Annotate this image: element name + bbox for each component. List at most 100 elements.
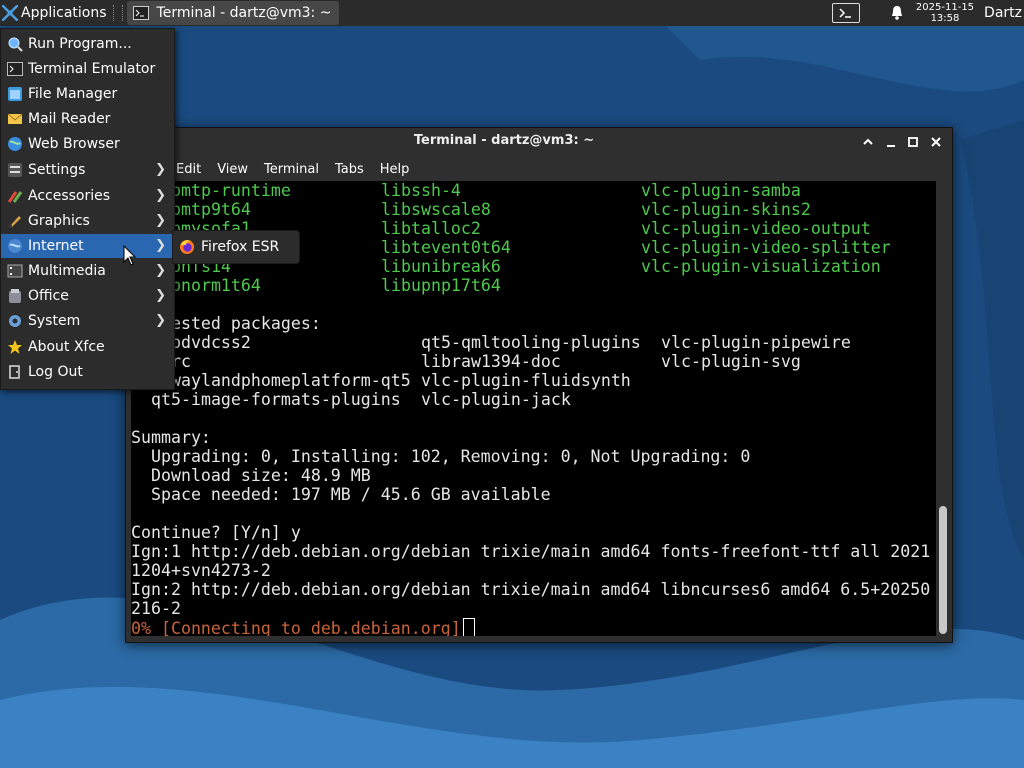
menu-item-label: About Xfce [28, 339, 105, 355]
star-icon [7, 339, 23, 355]
chevron-right-icon: ❯ [155, 263, 166, 278]
submenu-item-label: Firefox ESR [201, 239, 280, 255]
chevron-right-icon: ❯ [155, 188, 166, 203]
taskbar-terminal-button[interactable]: Terminal - dartz@vm3: ~ [126, 1, 340, 25]
package-name: libunibreak6 [381, 257, 501, 276]
tray-terminal-icon[interactable] [831, 3, 860, 23]
menu-item-label: Terminal Emulator [28, 61, 156, 77]
close-button[interactable] [927, 133, 945, 151]
shade-window-button[interactable] [859, 133, 877, 151]
package-name: vlc-plugin-samba [641, 181, 801, 200]
package-name: libupnp17t64 [381, 276, 501, 295]
menu-item-label: File Manager [28, 86, 118, 102]
menu-item-label: Accessories [28, 188, 111, 204]
mouse-pointer-icon [123, 245, 137, 266]
maximize-button[interactable] [904, 133, 922, 151]
multimedia-icon [7, 263, 23, 279]
menu-item-run-program[interactable]: Run Program... [1, 32, 174, 56]
menu-item-file-manager[interactable]: File Manager [1, 82, 174, 106]
taskbar-terminal-label: Terminal - dartz@vm3: ~ [156, 5, 332, 21]
menu-item-terminal-emulator[interactable]: Terminal Emulator [1, 57, 174, 81]
menu-item-label: Run Program... [28, 36, 132, 52]
terminal-icon [132, 6, 149, 20]
chevron-right-icon: ❯ [155, 288, 166, 303]
clock-date: 2025-11-15 [915, 2, 975, 13]
chevron-right-icon: ❯ [155, 162, 166, 177]
menu-item-label: Office [28, 288, 69, 304]
terminal-icon [7, 61, 23, 77]
terminal-titlebar[interactable]: Terminal - dartz@vm3: ~ [126, 128, 952, 155]
chevron-up-icon [863, 138, 873, 145]
web-browser-icon [7, 136, 23, 152]
office-icon [7, 288, 23, 304]
panel-separator [112, 5, 123, 21]
summary-line: Space needed: 197 MB / 45.6 GB available [131, 485, 551, 504]
submenu-item-firefox-esr[interactable]: Firefox ESR [173, 239, 279, 255]
chevron-right-icon: ❯ [155, 213, 166, 228]
xfce-logo-icon [2, 5, 18, 21]
summary-line: Upgrading: 0, Installing: 102, Removing:… [131, 447, 751, 466]
menu-view[interactable]: View [209, 162, 256, 177]
menu-help[interactable]: Help [372, 162, 418, 177]
applications-menu-button[interactable]: Applications [0, 0, 111, 26]
window-title: Terminal - dartz@vm3: ~ [413, 133, 595, 148]
internet-icon [7, 238, 23, 254]
menu-terminal[interactable]: Terminal [256, 162, 327, 177]
run-program-icon [7, 36, 23, 52]
package-name: vlc-plugin-video-splitter [641, 238, 891, 257]
menu-item-web-browser[interactable]: Web Browser [1, 132, 174, 156]
applications-menu: Run Program... Terminal Emulator File Mana… [0, 28, 175, 390]
progress-line: 0% [Connecting to deb.debian.org] [131, 618, 475, 636]
scrollbar-thumb[interactable] [939, 506, 947, 634]
terminal-window: Terminal - dartz@vm3: ~ Edit View Termin… [125, 127, 953, 643]
apt-output-line: Ign:1 http://deb.debian.org/debian trixi… [131, 542, 931, 561]
internet-submenu: Firefox ESR [172, 230, 300, 264]
menu-item-multimedia[interactable]: Multimedia ❯ [1, 259, 174, 283]
system-icon [7, 313, 23, 329]
mail-icon [7, 111, 23, 127]
package-name: libswscale8 [381, 200, 491, 219]
menu-item-label: System [28, 313, 81, 329]
terminal-cursor [462, 618, 475, 636]
minimize-button[interactable] [882, 133, 900, 151]
menu-item-about-xfce[interactable]: About Xfce [1, 335, 174, 359]
menu-item-settings[interactable]: Settings ❯ [1, 158, 174, 182]
package-name: libtevent0t64 [381, 238, 511, 257]
menu-item-label: Graphics [28, 213, 90, 229]
suggested-package: vlc-plugin-svg [661, 352, 801, 371]
suggested-package: qt5-image-formats-plugins [151, 390, 401, 409]
menu-item-mail-reader[interactable]: Mail Reader [1, 107, 174, 131]
suggested-package: qt5-qmltooling-plugins [421, 333, 641, 352]
menu-item-system[interactable]: System ❯ [1, 309, 174, 333]
menu-item-accessories[interactable]: Accessories ❯ [1, 184, 174, 208]
clock[interactable]: 2025-11-15 13:58 [916, 2, 974, 24]
notification-bell-icon[interactable] [890, 5, 904, 21]
menu-item-label: Log Out [28, 364, 83, 380]
package-name: libssh-4 [381, 181, 461, 200]
top-panel: Applications Terminal - dartz@vm3: ~ 202… [0, 0, 1024, 26]
menu-tabs[interactable]: Tabs [327, 162, 372, 177]
menu-item-log-out[interactable]: Log Out [1, 360, 174, 384]
chevron-right-icon: ❯ [155, 313, 166, 328]
menu-item-office[interactable]: Office ❯ [1, 284, 174, 308]
suggested-package: vlc-plugin-pipewire [661, 333, 851, 352]
package-name: libtalloc2 [381, 219, 481, 238]
firefox-icon [180, 240, 194, 254]
package-name: vlc-plugin-visualization [641, 257, 881, 276]
logout-icon [7, 364, 23, 380]
suggested-package: vlc-plugin-fluidsynth [421, 371, 631, 390]
package-name: vlc-plugin-skins2 [641, 200, 811, 219]
menu-item-graphics[interactable]: Graphics ❯ [1, 209, 174, 233]
suggested-package: libraw1394-doc [421, 352, 561, 371]
suggested-package: qtwaylandphomeplatform-qt5 [151, 371, 411, 390]
clock-time: 13:58 [930, 13, 960, 24]
chevron-right-icon: ❯ [155, 238, 166, 253]
menu-item-label: Multimedia [28, 263, 106, 279]
summary-line: Summary: [131, 428, 211, 447]
user-name[interactable]: Dartz [984, 5, 1024, 21]
apt-output-line: 216-2 [131, 599, 181, 618]
terminal-scrollbar[interactable] [936, 181, 950, 636]
close-icon [931, 137, 941, 147]
terminal-menubar: Edit View Terminal Tabs Help [126, 158, 952, 180]
menu-item-internet[interactable]: Internet ❯ [1, 234, 174, 258]
